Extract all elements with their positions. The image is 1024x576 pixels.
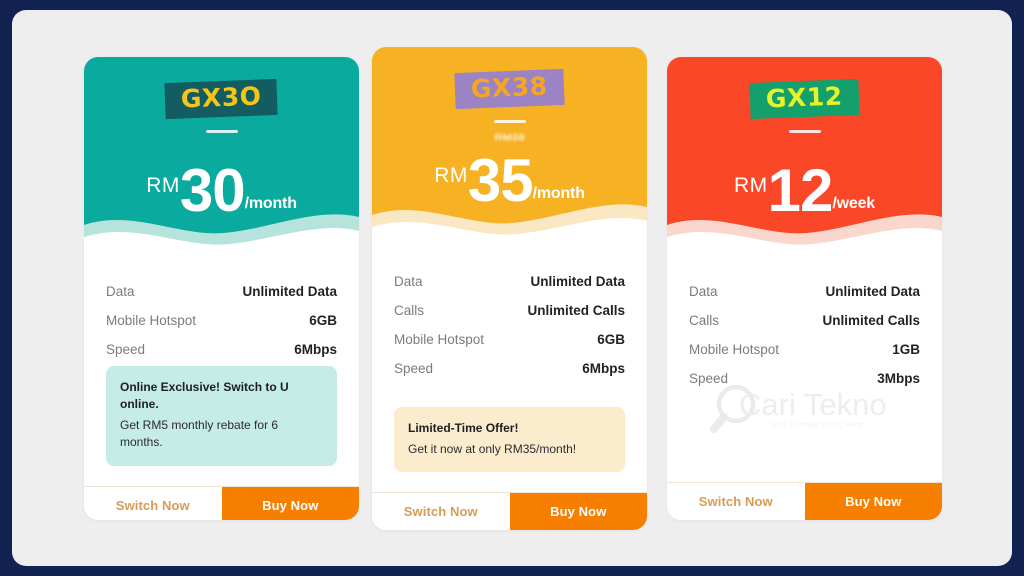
badge-divider — [493, 119, 526, 123]
card-header: GX3O RM 30 /month — [84, 57, 359, 257]
spec-value: 6Mbps — [582, 361, 625, 376]
spec-value: 3Mbps — [877, 371, 920, 386]
price-row: RM 12 /week — [733, 156, 875, 224]
card-footer: Switch Now Buy Now — [667, 482, 942, 520]
spec-row: Calls Unlimited Calls — [689, 308, 920, 333]
spec-label: Data — [394, 274, 423, 289]
card-footer: Switch Now Buy Now — [372, 492, 647, 530]
price-currency: RM — [146, 173, 180, 197]
watermark-tagline: Situs Teknologi Paling Besar — [771, 420, 865, 429]
plan-badge: GX3O — [164, 78, 279, 119]
spec-row: Data Unlimited Data — [106, 279, 337, 304]
spec-label: Calls — [689, 313, 720, 328]
plan-badge: GX38 — [454, 68, 565, 109]
switch-now-button[interactable]: Switch Now — [372, 493, 510, 530]
price-amount: 30 — [179, 156, 246, 224]
promo-box: Limited-Time Offer! Get it now at only R… — [394, 407, 625, 472]
spec-value: Unlimited Calls — [527, 303, 625, 318]
price-currency: RM — [434, 163, 468, 187]
price-amount: 12 — [767, 156, 834, 224]
spec-label: Calls — [394, 303, 425, 318]
plan-card-gx12[interactable]: GX12 RM 12 /week Data Unlimited Data Cal — [667, 57, 942, 520]
card-header: GX12 RM 12 /week — [667, 57, 942, 257]
price-amount: 35 — [467, 146, 534, 214]
switch-now-button[interactable]: Switch Now — [667, 483, 805, 520]
watermark-name: Cari Tekno — [739, 387, 887, 422]
spec-value: Unlimited Calls — [822, 313, 920, 328]
badge-divider — [205, 129, 238, 133]
spec-row: Speed 6Mbps — [394, 356, 625, 381]
spec-label: Mobile Hotspot — [689, 342, 780, 357]
promo-subtitle: Get RM5 monthly rebate for 6 months. — [120, 417, 279, 450]
card-footer: Switch Now Buy Now — [84, 485, 359, 520]
buy-now-button[interactable]: Buy Now — [221, 486, 359, 520]
promo-title: Limited-Time Offer! — [408, 421, 519, 436]
spec-label: Speed — [394, 361, 434, 376]
price-currency: RM — [733, 173, 768, 197]
spec-value: 6GB — [309, 313, 337, 328]
promo-title: Online Exclusive! Switch to U online. — [120, 380, 289, 412]
spec-value: 6Mbps — [294, 342, 337, 357]
plan-card-gx38[interactable]: GX38 RM38 RM 35 /month Data Unlimited Da… — [372, 47, 647, 530]
spec-label: Mobile Hotspot — [394, 332, 485, 347]
header-content: GX38 RM38 RM 35 /month — [372, 47, 647, 247]
spec-row: Data Unlimited Data — [689, 279, 920, 304]
spec-value: 1GB — [892, 342, 920, 357]
spec-value: Unlimited Data — [530, 274, 625, 289]
price-period: /month — [532, 184, 585, 202]
spec-label: Mobile Hotspot — [106, 313, 197, 328]
badge-divider — [788, 129, 821, 133]
spec-label: Data — [106, 284, 135, 299]
spec-row: Mobile Hotspot 6GB — [106, 308, 337, 333]
spec-row: Speed 6Mbps — [106, 337, 337, 362]
card-body: Data Unlimited Data Calls Unlimited Call… — [372, 247, 647, 492]
header-content: GX3O RM 30 /month — [84, 57, 359, 257]
plan-badge: GX12 — [749, 78, 860, 119]
old-price: RM38 — [494, 131, 525, 144]
price-row: RM 30 /month — [146, 156, 297, 224]
card-body: Data Unlimited Data Calls Unlimited Call… — [667, 257, 942, 482]
spec-value: Unlimited Data — [242, 284, 337, 299]
spec-row: Data Unlimited Data — [394, 269, 625, 294]
spec-row: Calls Unlimited Calls — [394, 298, 625, 323]
promo-subtitle: Get it now at only RM35/month! — [408, 441, 577, 456]
spec-label: Speed — [689, 371, 729, 386]
spec-row: Mobile Hotspot 1GB — [689, 337, 920, 362]
spec-row: Speed 3Mbps — [689, 366, 920, 391]
spec-value: Unlimited Data — [825, 284, 920, 299]
buy-now-button[interactable]: Buy Now — [509, 493, 647, 530]
spec-value: 6GB — [597, 332, 625, 347]
promo-box — [689, 459, 920, 462]
switch-now-button[interactable]: Switch Now — [84, 486, 222, 520]
promo-box: Online Exclusive! Switch to U online. Ge… — [106, 366, 337, 466]
spec-label: Speed — [106, 342, 146, 357]
spec-row: Mobile Hotspot 6GB — [394, 327, 625, 352]
card-body: Data Unlimited Data Mobile Hotspot 6GB S… — [84, 257, 359, 486]
buy-now-button[interactable]: Buy Now — [804, 483, 942, 520]
outer-frame: GX3O RM 30 /month Data Unlimited Data Mo — [0, 0, 1024, 576]
price-period: /month — [244, 194, 297, 212]
header-content: GX12 RM 12 /week — [667, 57, 942, 257]
spec-label: Data — [689, 284, 718, 299]
price-period: /week — [832, 194, 875, 212]
card-header: GX38 RM38 RM 35 /month — [372, 47, 647, 247]
pricing-stage: GX3O RM 30 /month Data Unlimited Data Mo — [12, 10, 1012, 566]
price-row: RM 35 /month — [434, 146, 585, 214]
plan-card-gx3o[interactable]: GX3O RM 30 /month Data Unlimited Data Mo — [84, 57, 359, 520]
